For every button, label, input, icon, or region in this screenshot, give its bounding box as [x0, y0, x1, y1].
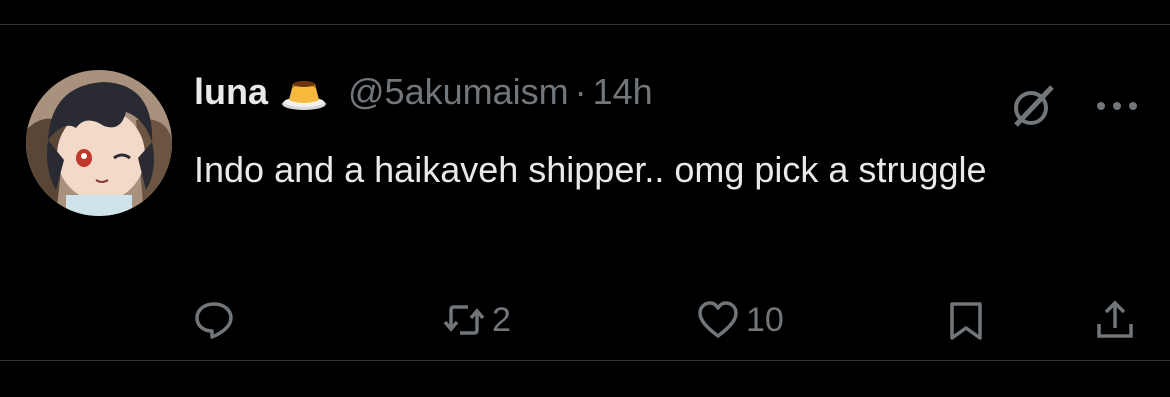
tweet-text: Indo and a haikaveh shipper.. omg pick a…: [194, 149, 987, 190]
retweet-button[interactable]: 2: [442, 295, 511, 345]
reply-icon: [195, 302, 233, 339]
like-count: 10: [746, 300, 784, 339]
retweet-count: 2: [492, 300, 511, 339]
bookmark-button[interactable]: [944, 295, 988, 345]
tweet[interactable]: luna @5akumaism · 14h Indo and a haikave…: [0, 25, 1170, 360]
more-icon[interactable]: [1093, 93, 1141, 119]
separator-dot: ·: [574, 71, 587, 112]
heart-icon: [698, 301, 738, 338]
display-name[interactable]: luna: [194, 71, 268, 113]
retweet-icon: [443, 305, 485, 335]
tweet-header: luna @5akumaism · 14h: [194, 67, 653, 117]
grok-icon[interactable]: [1010, 83, 1056, 129]
bookmark-icon: [950, 302, 982, 340]
like-button[interactable]: 10: [696, 295, 784, 345]
timestamp[interactable]: 14h: [593, 71, 653, 113]
flan-icon: [280, 72, 328, 112]
tweet-actions: 2 10: [0, 295, 1170, 345]
share-button[interactable]: [1093, 295, 1137, 345]
reply-button[interactable]: [192, 295, 242, 345]
share-icon: [1097, 300, 1133, 338]
bottom-divider: [0, 360, 1170, 361]
avatar[interactable]: [26, 70, 172, 216]
avatar-image: [26, 70, 172, 216]
handle[interactable]: @5akumaism: [348, 71, 569, 113]
